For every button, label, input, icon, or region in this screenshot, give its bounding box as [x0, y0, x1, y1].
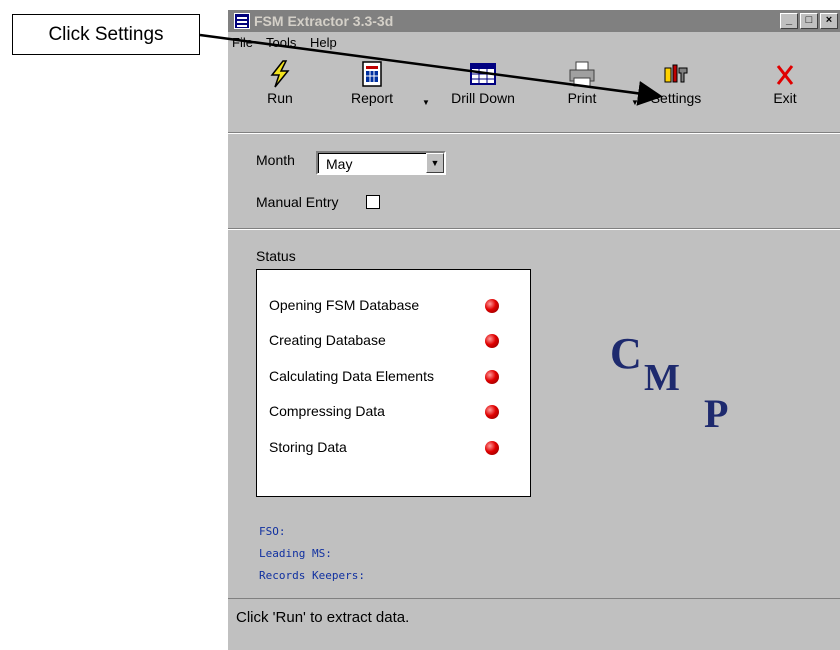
printer-icon	[569, 61, 595, 87]
month-value: May	[326, 156, 353, 172]
section-divider	[228, 228, 840, 230]
report-dropdown-arrow-icon[interactable]: ▼	[422, 98, 430, 107]
menu-bar: File Tools Help	[228, 32, 840, 52]
maximize-button[interactable]: □	[800, 13, 818, 29]
manual-entry-checkbox[interactable]	[366, 195, 380, 209]
status-item-compressing: Compressing Data	[269, 403, 385, 419]
status-label: Status	[256, 248, 296, 264]
settings-button[interactable]: Settings	[636, 54, 716, 132]
status-led-icon	[485, 299, 499, 313]
drill-down-button[interactable]: Drill Down	[443, 54, 523, 132]
window-controls: _ □ ×	[780, 13, 838, 29]
app-icon	[234, 13, 250, 29]
toolbar: Run Report ▼ Drill Down Print ▼ Settings…	[228, 54, 840, 142]
menu-file[interactable]: File	[232, 35, 253, 50]
status-panel: Opening FSM Database Creating Database C…	[256, 269, 531, 497]
app-window: FSM Extractor 3.3-3d _ □ × File Tools He…	[226, 10, 840, 650]
status-item-creating: Creating Database	[269, 332, 386, 348]
grid-icon	[470, 63, 496, 85]
leading-ms-label: Leading MS:	[259, 547, 332, 560]
chevron-down-icon[interactable]: ▼	[426, 153, 444, 173]
callout-text: Click Settings	[48, 23, 164, 45]
logo-letter-p: P	[704, 391, 729, 436]
logo-letter-c: C	[610, 329, 642, 378]
title-bar[interactable]: FSM Extractor 3.3-3d _ □ ×	[228, 10, 840, 32]
report-icon	[362, 61, 382, 87]
window-title: FSM Extractor 3.3-3d	[254, 13, 394, 29]
status-item-opening: Opening FSM Database	[269, 297, 420, 313]
minimize-button[interactable]: _	[780, 13, 798, 29]
status-item-calculating: Calculating Data Elements	[269, 368, 434, 384]
red-x-icon	[776, 65, 794, 85]
lightning-icon	[270, 60, 290, 88]
exit-button[interactable]: Exit	[745, 54, 825, 132]
run-label: Run	[267, 90, 293, 106]
status-led-icon	[485, 405, 499, 419]
records-keepers-label: Records Keepers:	[259, 569, 365, 582]
toolbar-divider	[228, 132, 840, 134]
logo-letter-m: M	[644, 357, 680, 399]
status-item-storing: Storing Data	[269, 439, 347, 455]
menu-help[interactable]: Help	[310, 35, 337, 50]
close-button[interactable]: ×	[820, 13, 838, 29]
fso-label: FSO:	[259, 525, 286, 538]
settings-label: Settings	[650, 90, 702, 106]
month-select[interactable]: May ▼	[316, 151, 446, 175]
status-led-icon	[485, 441, 499, 455]
menu-tools[interactable]: Tools	[266, 35, 296, 50]
report-button[interactable]: Report	[332, 54, 412, 132]
report-label: Report	[350, 90, 394, 106]
exit-label: Exit	[773, 90, 797, 106]
month-label: Month	[256, 152, 295, 168]
status-led-icon	[485, 334, 499, 348]
status-bar: Click 'Run' to extract data.	[228, 598, 840, 638]
callout-box: Click Settings	[12, 14, 200, 55]
print-label: Print	[567, 90, 597, 106]
status-led-icon	[485, 370, 499, 384]
tools-icon	[664, 64, 688, 83]
status-bar-text: Click 'Run' to extract data.	[236, 609, 410, 626]
run-button[interactable]: Run	[240, 54, 320, 132]
manual-entry-label: Manual Entry	[256, 194, 339, 210]
print-button[interactable]: Print	[542, 54, 622, 132]
drill-down-label: Drill Down	[451, 90, 515, 106]
